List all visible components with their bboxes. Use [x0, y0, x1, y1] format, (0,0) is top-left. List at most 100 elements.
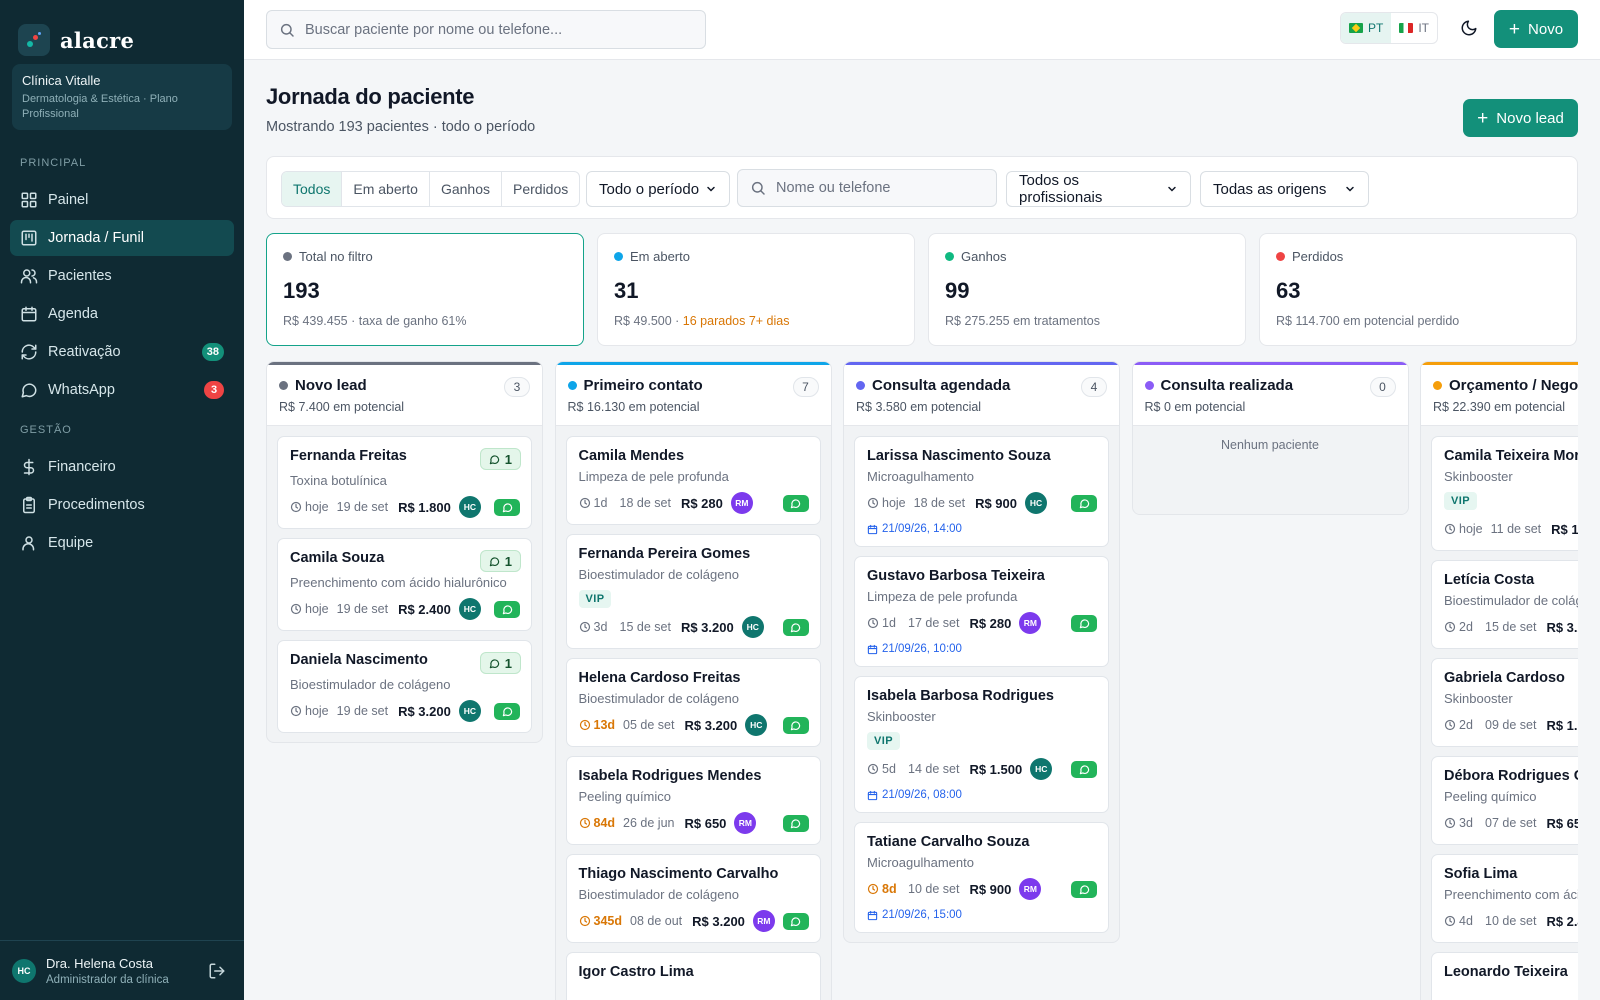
patient-card[interactable]: Fernanda Pereira Gomes Bioestimulador de …: [565, 534, 821, 649]
deal-value: R$ 3.200: [692, 913, 745, 929]
patient-card[interactable]: Isabela Barbosa Rodrigues Skinbooster VIP …: [854, 676, 1109, 813]
deal-value: R$ 2.400: [1546, 913, 1578, 929]
time-in-stage: 1d: [867, 616, 900, 630]
filter-search[interactable]: [737, 169, 997, 207]
appointment-datetime[interactable]: 21/09/26, 08:00: [867, 789, 1097, 801]
origin-select[interactable]: Todas as origens: [1200, 171, 1369, 207]
deal-value: R$ 3.200: [680, 619, 734, 635]
patient-card[interactable]: Letícia CostaBioestimulador de colágeno …: [1431, 560, 1578, 649]
segment-em-aberto[interactable]: Em aberto: [342, 172, 430, 206]
new-lead-button[interactable]: + Novo lead: [1463, 99, 1578, 137]
segment-perdidos[interactable]: Perdidos: [502, 172, 579, 206]
user-profile[interactable]: HC Dra. Helena Costa Administrador da cl…: [0, 940, 244, 1000]
clock-icon: [579, 621, 590, 633]
sidebar-item-whatsapp[interactable]: WhatsApp 3: [10, 372, 234, 408]
stat-card[interactable]: Em aberto 31 R$ 49.500 · 16 parados 7+ d…: [597, 233, 915, 346]
patient-card[interactable]: Gustavo Barbosa Teixeira Limpeza de pele …: [854, 556, 1109, 667]
whatsapp-button[interactable]: [782, 618, 809, 636]
patient-card[interactable]: Isabela Rodrigues Mendes Peeling químico …: [565, 756, 821, 845]
created-date: 19 de set: [336, 704, 389, 718]
card-list: Fernanda Freitas 1 Toxina botulínica hoje …: [267, 426, 542, 733]
sidebar-item-reativa-o[interactable]: Reativação 38: [10, 334, 234, 370]
users-icon: [20, 269, 38, 284]
whatsapp-button[interactable]: [1071, 760, 1097, 778]
sidebar-item-painel[interactable]: Painel: [10, 182, 234, 218]
user-role: Administrador da clínica: [46, 973, 169, 986]
language-switcher: PT IT: [1340, 12, 1439, 44]
whatsapp-button[interactable]: [782, 716, 809, 734]
whatsapp-button[interactable]: [782, 912, 809, 930]
new-button[interactable]: + Novo: [1494, 10, 1578, 48]
column-potential: R$ 3.580 em potencial: [856, 400, 982, 414]
patient-card[interactable]: Camila Souza 1 Preenchimento com ácido hia…: [277, 538, 532, 631]
filter-search-input[interactable]: [776, 180, 976, 196]
patient-card[interactable]: Thiago Nascimento Carvalho Bioestimulador…: [565, 854, 821, 943]
clock-icon: [290, 603, 302, 615]
patient-card[interactable]: Débora Rodrigues Costa Peeling químico 3d…: [1431, 756, 1578, 845]
appointment-datetime[interactable]: 21/09/26, 14:00: [867, 523, 1097, 535]
sidebar-item-label: Financeiro: [48, 459, 116, 475]
origin-select-value: Todas as origens: [1213, 180, 1327, 198]
clock-icon: [290, 705, 302, 717]
sidebar-item-label: Reativação: [48, 344, 121, 360]
sidebar-item-procedimentos[interactable]: Procedimentos: [10, 487, 234, 523]
patient-card[interactable]: Sofia Lima Preenchimento com ácido hialur…: [1431, 854, 1578, 943]
global-search[interactable]: [266, 10, 706, 49]
created-date: 11 de set: [1490, 522, 1542, 536]
patient-card[interactable]: Gabriela Cardoso Skinbooster 2d 09 de set…: [1431, 658, 1578, 747]
avatar: HC: [1025, 492, 1047, 514]
whatsapp-button[interactable]: [1071, 494, 1097, 512]
sidebar-item-pacientes[interactable]: Pacientes: [10, 258, 234, 294]
unread-messages-badge[interactable]: 1: [479, 550, 521, 572]
appointment-datetime[interactable]: 21/09/26, 10:00: [867, 643, 1097, 655]
procedure: Limpeza de pele profunda: [867, 589, 1018, 604]
unread-messages-badge[interactable]: 1: [479, 652, 521, 674]
patient-card[interactable]: Helena Cardoso Freitas Bioestimulador de …: [565, 658, 821, 747]
sidebar-item-equipe[interactable]: Equipe: [10, 525, 234, 561]
clinic-switcher[interactable]: Clínica Vitalle Dermatologia & Estética …: [12, 64, 232, 130]
professional-select[interactable]: Todos os profissionais: [1006, 171, 1191, 207]
column-title-text: Novo lead: [295, 377, 367, 394]
procedure: Toxina botulínica: [290, 473, 387, 488]
created-date: 14 de set: [908, 762, 960, 776]
logo-icon: [18, 24, 50, 56]
brand[interactable]: alacre: [0, 0, 244, 62]
unread-messages-badge[interactable]: 1: [479, 448, 521, 470]
stat-card[interactable]: Perdidos 63 R$ 114.700 em potencial perd…: [1259, 233, 1577, 346]
lang-it-button[interactable]: IT: [1391, 13, 1437, 43]
patient-card[interactable]: Leonardo Teixeira: [1431, 952, 1578, 1000]
whatsapp-button[interactable]: [494, 498, 520, 516]
segment-todos[interactable]: Todos: [282, 172, 343, 206]
period-select[interactable]: Todo o período: [586, 171, 730, 207]
patient-card[interactable]: Camila Mendes Limpeza de pele profunda 1d…: [565, 436, 821, 525]
whatsapp-button[interactable]: [1071, 880, 1097, 898]
logout-icon[interactable]: [208, 962, 226, 980]
sidebar-item-agenda[interactable]: Agenda: [10, 296, 234, 332]
whatsapp-button[interactable]: [782, 494, 809, 512]
sidebar-item-jornada-funil[interactable]: Jornada / Funil: [10, 220, 234, 256]
patient-card[interactable]: Igor Castro Lima: [565, 952, 821, 1000]
whatsapp-button[interactable]: [494, 600, 520, 618]
stat-card[interactable]: Total no filtro 193 R$ 439.455 · taxa de…: [266, 233, 584, 346]
age-text: hoje: [305, 704, 329, 718]
time-in-stage: 5d: [867, 762, 900, 776]
search-input[interactable]: [305, 21, 685, 38]
patient-card[interactable]: Camila Teixeira Moreira Skinbooster VIP ho…: [1431, 436, 1578, 551]
stat-card[interactable]: Ganhos 99 R$ 275.255 em tratamentos: [928, 233, 1246, 346]
appointment-datetime[interactable]: 21/09/26, 15:00: [867, 909, 1097, 921]
patient-card[interactable]: Daniela Nascimento 1 Bioestimulador de col…: [277, 640, 532, 733]
patient-card[interactable]: Tatiane Carvalho Souza Microagulhamento 8…: [854, 822, 1109, 933]
whatsapp-button[interactable]: [782, 814, 809, 832]
moon-icon[interactable]: [1460, 19, 1478, 37]
column-potential: R$ 0 em potencial: [1144, 400, 1246, 414]
lang-pt-button[interactable]: PT: [1341, 13, 1392, 43]
sidebar-item-financeiro[interactable]: Financeiro: [10, 449, 234, 485]
segment-ganhos[interactable]: Ganhos: [430, 172, 502, 206]
patient-card[interactable]: Larissa Nascimento Souza Microagulhamento…: [854, 436, 1109, 547]
whatsapp-button[interactable]: [494, 702, 520, 720]
whatsapp-button[interactable]: [1071, 614, 1097, 632]
patient-card[interactable]: Fernanda Freitas 1 Toxina botulínica hoje …: [277, 436, 532, 529]
patient-name: Igor Castro Lima: [578, 964, 694, 980]
calendar-icon: [867, 910, 878, 920]
created-date: 17 de set: [908, 616, 960, 630]
